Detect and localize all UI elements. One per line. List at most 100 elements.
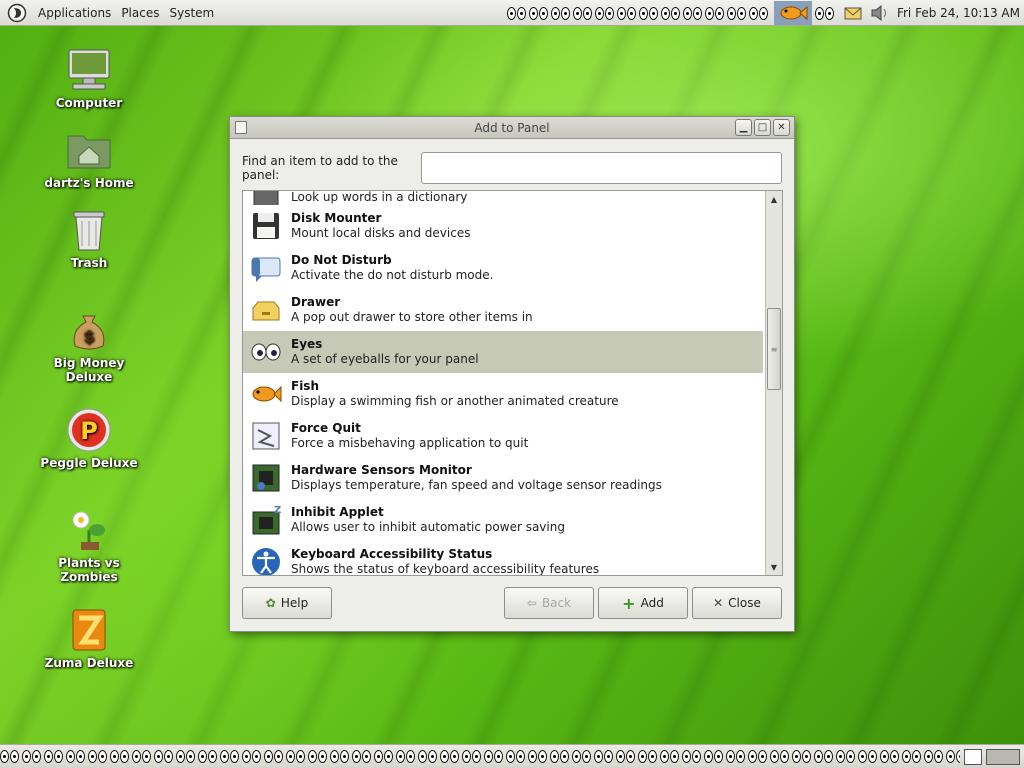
help-button[interactable]: ✿ Help bbox=[242, 587, 332, 619]
eyes-applet-icon[interactable] bbox=[880, 750, 900, 763]
eyes-applet-icon[interactable] bbox=[352, 750, 372, 763]
scrollbar-thumb[interactable]: ≡ bbox=[767, 308, 781, 390]
eyes-applet-icon[interactable] bbox=[924, 750, 944, 763]
eyes-applet-icon[interactable] bbox=[0, 750, 20, 763]
applet-list[interactable]: Dictionary LookupLook up words in a dict… bbox=[242, 190, 783, 576]
close-window-button[interactable]: ✕ bbox=[773, 119, 790, 136]
eyes-applet-icon[interactable] bbox=[704, 6, 725, 20]
list-item[interactable]: Disk Mounter Mount local disks and device… bbox=[243, 205, 763, 247]
minimize-button[interactable]: ▁ bbox=[735, 119, 752, 136]
eyes-applets-bottom[interactable] bbox=[0, 750, 960, 763]
eyes-applet-icon[interactable] bbox=[638, 6, 659, 20]
eyes-applet-icon[interactable] bbox=[66, 750, 86, 763]
list-item[interactable]: Hardware Sensors Monitor Displays tempera… bbox=[243, 457, 763, 499]
menu-system[interactable]: System bbox=[169, 6, 214, 20]
eyes-applet-icon[interactable] bbox=[748, 6, 769, 20]
eyes-applet-icon[interactable] bbox=[594, 750, 614, 763]
desktop-icon-computer[interactable]: Computer bbox=[34, 46, 144, 110]
eyes-applet-icon[interactable] bbox=[176, 750, 196, 763]
eyes-applet-icon[interactable] bbox=[550, 750, 570, 763]
eyes-applet-icon[interactable] bbox=[418, 750, 438, 763]
dialog-titlebar[interactable]: Add to Panel ▁ □ ✕ bbox=[230, 117, 794, 139]
list-item[interactable]: Keyboard Accessibility Status Shows the s… bbox=[243, 541, 763, 575]
list-item[interactable]: Force Quit Force a misbehaving applicatio… bbox=[243, 415, 763, 457]
scroll-down-icon[interactable]: ▼ bbox=[766, 559, 782, 575]
list-item[interactable]: Dictionary LookupLook up words in a dict… bbox=[243, 191, 763, 205]
eyes-applet-icon[interactable] bbox=[110, 750, 130, 763]
eyes-applet-icon[interactable] bbox=[858, 750, 878, 763]
eyes-applet-icon[interactable] bbox=[770, 750, 790, 763]
eyes-applet-icon[interactable] bbox=[88, 750, 108, 763]
workspace-2[interactable] bbox=[986, 748, 1020, 765]
workspace-1[interactable] bbox=[964, 748, 982, 765]
eyes-applet-icon[interactable] bbox=[396, 750, 416, 763]
vertical-scrollbar[interactable]: ▲ ≡ ▼ bbox=[765, 191, 782, 575]
fish-applet-icon[interactable] bbox=[773, 1, 812, 25]
desktop-icon-home[interactable]: dartz's Home bbox=[34, 126, 144, 190]
eyes-applet-icon[interactable] bbox=[836, 750, 856, 763]
list-item[interactable]: Do Not Disturb Activate the do not distur… bbox=[243, 247, 763, 289]
eyes-applet-icon[interactable] bbox=[506, 750, 526, 763]
eyes-applet-icon[interactable] bbox=[220, 750, 240, 763]
eyes-applet-icon[interactable] bbox=[44, 750, 64, 763]
eyes-applet-icon[interactable] bbox=[572, 750, 592, 763]
eyes-applets[interactable] bbox=[506, 6, 771, 20]
eyes-applet-icon[interactable] bbox=[814, 6, 835, 20]
menu-places[interactable]: Places bbox=[121, 6, 159, 20]
eyes-applet-icon[interactable] bbox=[660, 750, 680, 763]
eyes-applet-icon[interactable] bbox=[616, 6, 637, 20]
menu-applications[interactable]: Applications bbox=[38, 6, 111, 20]
eyes-applet-icon[interactable] bbox=[946, 750, 960, 763]
eyes-applet-icon[interactable] bbox=[264, 750, 284, 763]
eyes-applet-icon[interactable] bbox=[814, 750, 834, 763]
eyes-applet-icon[interactable] bbox=[484, 750, 504, 763]
eyes-applet-icon[interactable] bbox=[682, 750, 702, 763]
desktop-icon-trash[interactable]: Trash bbox=[34, 206, 144, 270]
eyes-applet-icon[interactable] bbox=[902, 750, 922, 763]
close-button[interactable]: ✕ Close bbox=[692, 587, 782, 619]
eyes-applet-icon[interactable] bbox=[682, 6, 703, 20]
eyes-applet-icon[interactable] bbox=[550, 6, 571, 20]
eyes-applet-icon[interactable] bbox=[198, 750, 218, 763]
eyes-applet-icon[interactable] bbox=[594, 6, 615, 20]
eyes-applet-icon[interactable] bbox=[616, 750, 636, 763]
eyes-applet-icon[interactable] bbox=[638, 750, 658, 763]
window-menu-icon[interactable] bbox=[235, 121, 247, 134]
eyes-applet-icon[interactable] bbox=[726, 6, 747, 20]
eyes-applet-icon[interactable] bbox=[132, 750, 152, 763]
maximize-button[interactable]: □ bbox=[754, 119, 771, 136]
eyes-applet-icon[interactable] bbox=[528, 750, 548, 763]
desktop-icon-big-money[interactable]: $ Big Money Deluxe bbox=[34, 306, 144, 384]
eyes-applet-icon[interactable] bbox=[506, 6, 527, 20]
eyes-applet-icon[interactable] bbox=[242, 750, 262, 763]
list-item[interactable]: Fish Display a swimming fish or another a… bbox=[243, 373, 763, 415]
desktop-icon-peggle[interactable]: P Peggle Deluxe bbox=[34, 406, 144, 470]
list-item[interactable]: Drawer A pop out drawer to store other it… bbox=[243, 289, 763, 331]
volume-icon[interactable] bbox=[869, 4, 891, 22]
desktop-icon-plants[interactable]: Plants vs Zombies bbox=[34, 506, 144, 584]
eyes-applet-icon[interactable] bbox=[572, 6, 593, 20]
back-button[interactable]: ⇦ Back bbox=[504, 587, 594, 619]
eyes-applet-icon[interactable] bbox=[748, 750, 768, 763]
eyes-applet-icon[interactable] bbox=[330, 750, 350, 763]
eyes-applet-icon[interactable] bbox=[308, 750, 328, 763]
eyes-applet-icon[interactable] bbox=[792, 750, 812, 763]
desktop-icon-zuma[interactable]: Zuma Deluxe bbox=[34, 606, 144, 670]
eyes-applet-icon[interactable] bbox=[374, 750, 394, 763]
eyes-applet-icon[interactable] bbox=[286, 750, 306, 763]
add-button[interactable]: + Add bbox=[598, 587, 688, 619]
list-item[interactable]: Eyes A set of eyeballs for your panel bbox=[243, 331, 763, 373]
mail-notification-icon[interactable] bbox=[843, 4, 863, 22]
eyes-applet-icon[interactable] bbox=[528, 6, 549, 20]
search-input[interactable] bbox=[421, 152, 782, 184]
eyes-applet-icon[interactable] bbox=[704, 750, 724, 763]
eyes-applet-icon[interactable] bbox=[726, 750, 746, 763]
eyes-applet-icon[interactable] bbox=[154, 750, 174, 763]
eyes-applet-icon[interactable] bbox=[462, 750, 482, 763]
clock[interactable]: Fri Feb 24, 10:13 AM bbox=[897, 6, 1020, 20]
scroll-up-icon[interactable]: ▲ bbox=[766, 191, 782, 207]
eyes-applet-icon[interactable] bbox=[22, 750, 42, 763]
eyes-applet-icon[interactable] bbox=[660, 6, 681, 20]
list-item[interactable]: Z Inhibit Applet Allows user to inhibit au… bbox=[243, 499, 763, 541]
gnome-foot-icon[interactable] bbox=[6, 2, 28, 24]
